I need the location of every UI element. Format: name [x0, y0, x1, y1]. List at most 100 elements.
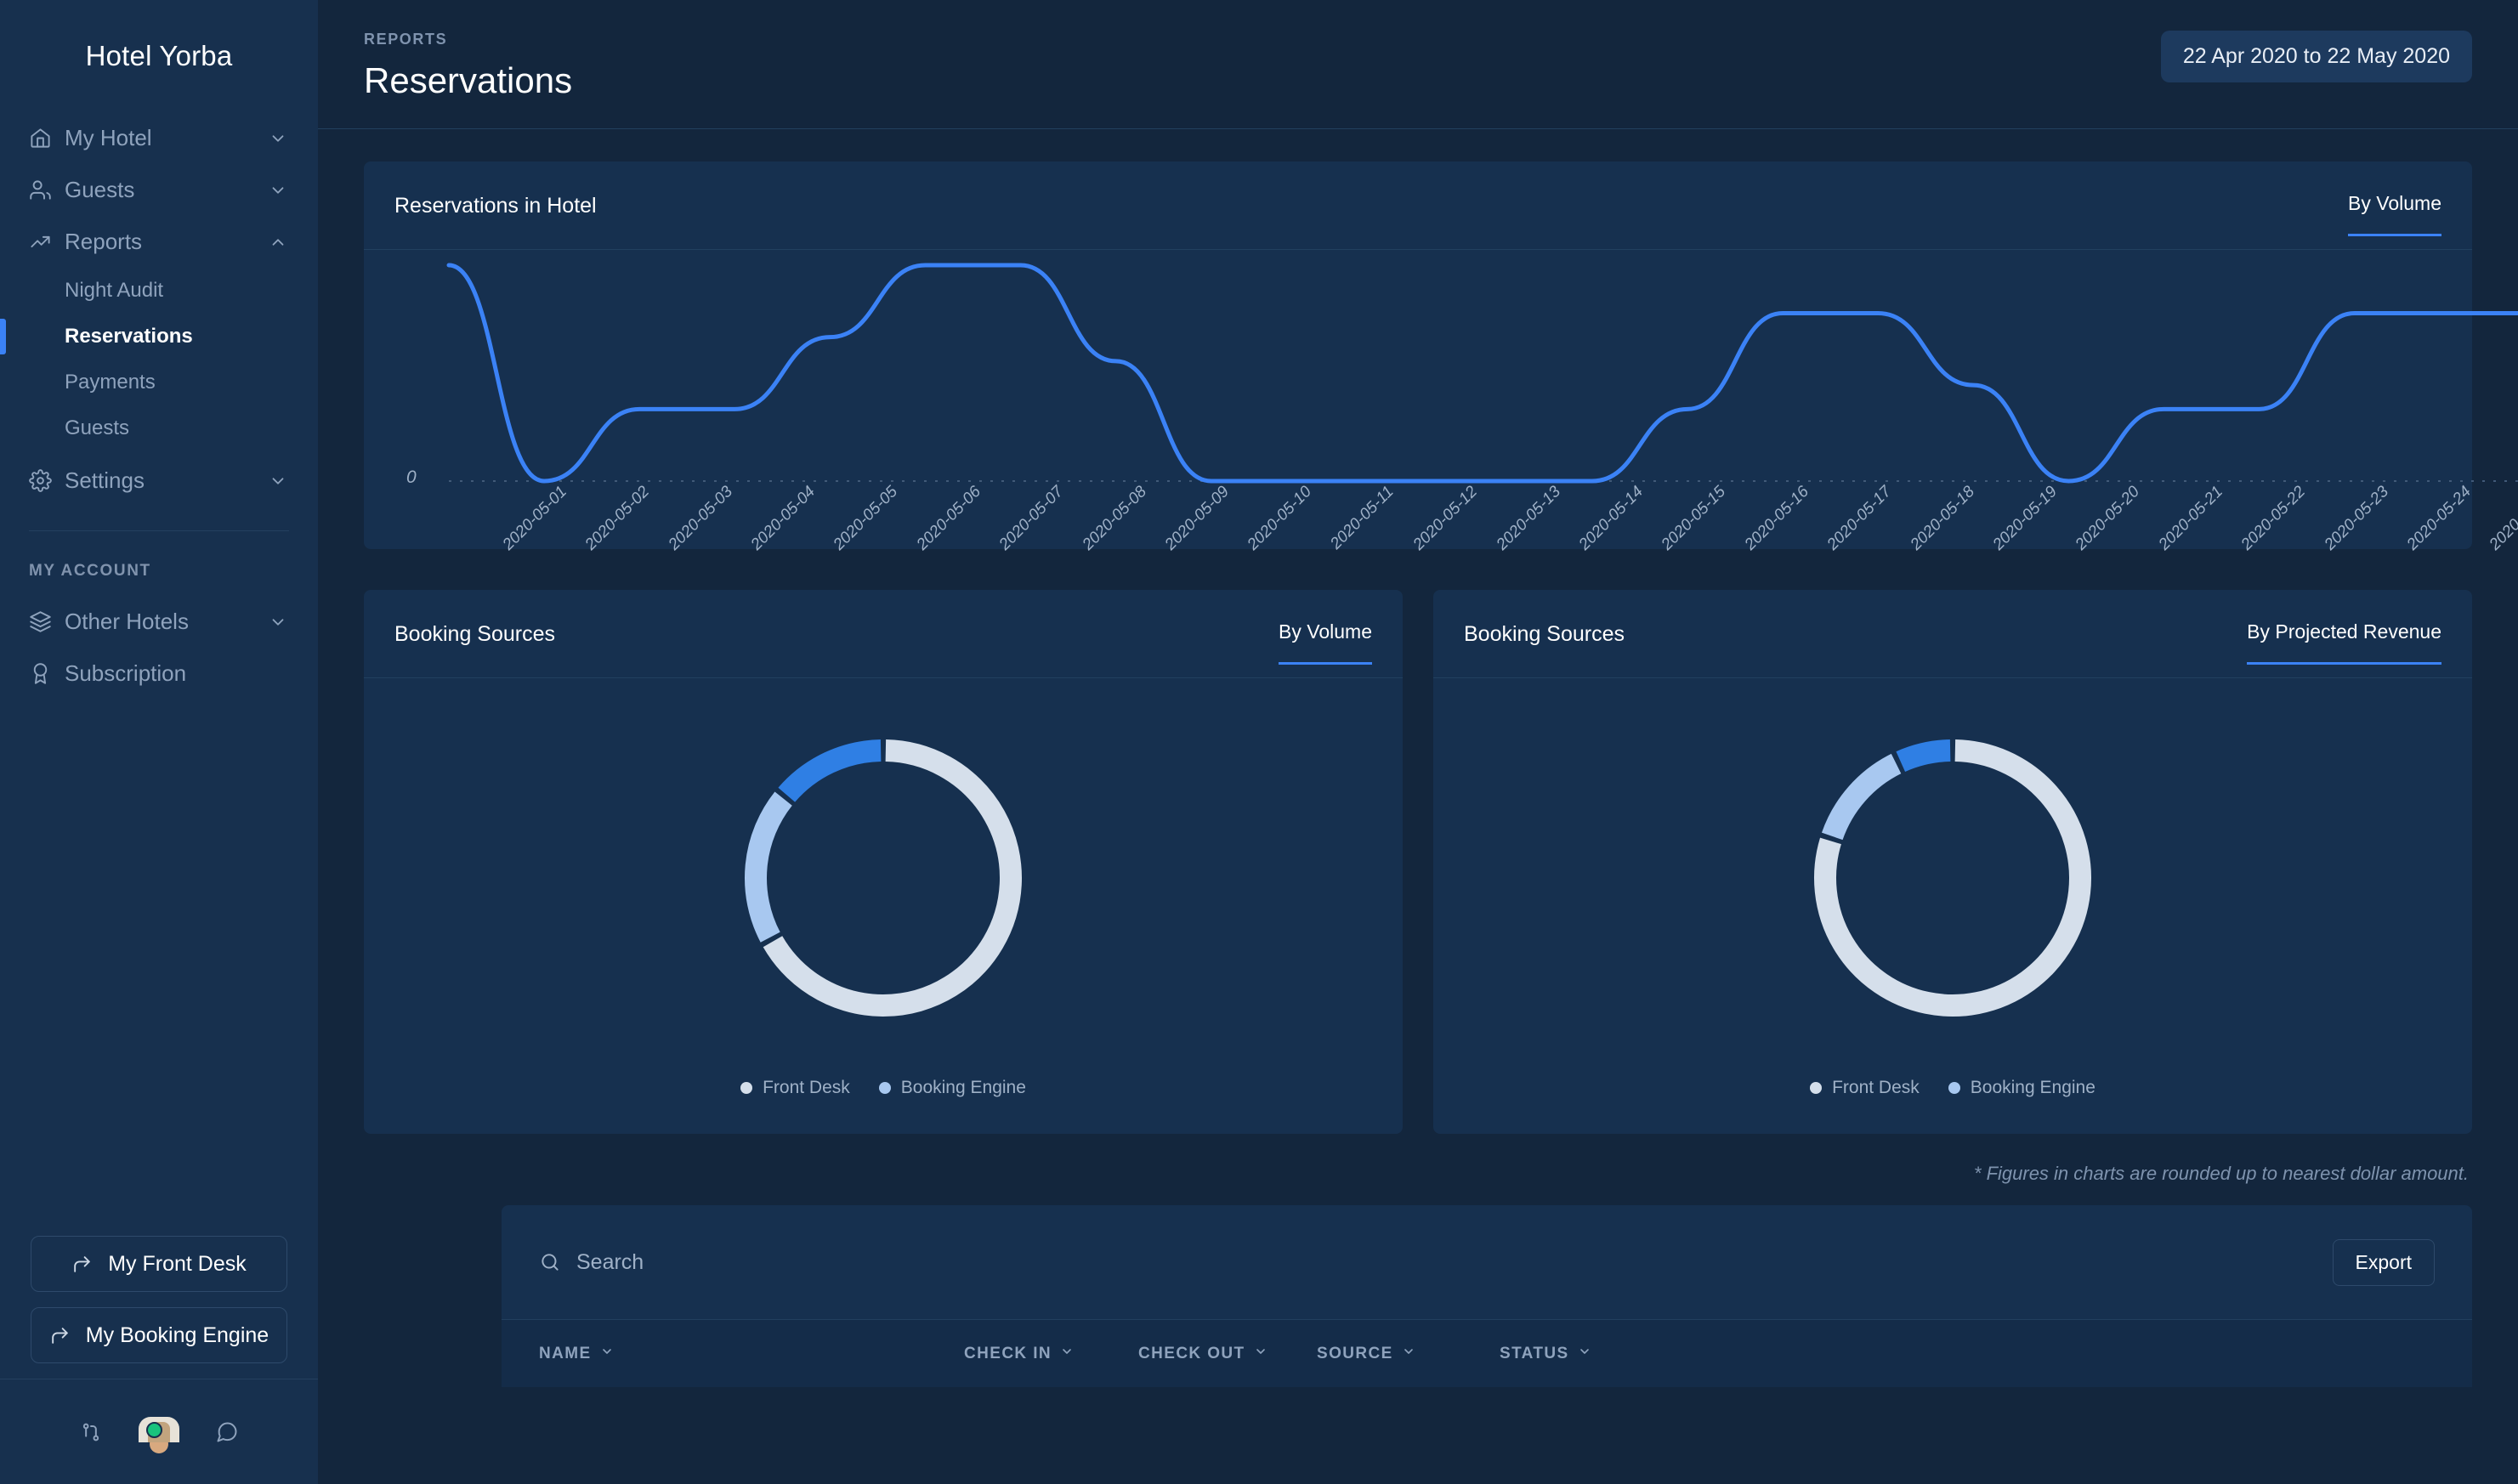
gear-icon [29, 469, 65, 492]
column-header-name[interactable]: NAME [539, 1345, 964, 1363]
sidebar-item-reports-guests[interactable]: Guests [0, 405, 318, 451]
chevron-down-icon [600, 1345, 614, 1363]
x-axis-tick-label: 2020-05-21 [2155, 483, 2226, 554]
reservations-chart-header: Reservations in Hotel By Volume [364, 161, 2472, 250]
legend-swatch-booking-engine [1948, 1082, 1960, 1094]
my-booking-engine-label: My Booking Engine [85, 1323, 269, 1347]
x-axis-tick-label: 2020-05-22 [2237, 483, 2310, 554]
donut-left-svg [745, 739, 1022, 1017]
search-input[interactable] [576, 1249, 2333, 1275]
home-icon [29, 127, 65, 150]
header-actions: 22 Apr 2020 to 22 May 2020 [2160, 31, 2472, 82]
brand-title: Hotel Yorba [85, 40, 233, 71]
sidebar-item-label: Reports [65, 229, 143, 254]
sidebar-item-reports[interactable]: Reports [0, 216, 318, 268]
sidebar-item-label: Other Hotels [65, 609, 189, 634]
chevron-down-icon [1254, 1345, 1268, 1363]
chevron-down-icon[interactable] [267, 129, 289, 148]
column-label: CHECK OUT [1138, 1344, 1245, 1362]
column-header-check-out[interactable]: CHECK OUT [1138, 1345, 1317, 1363]
chevron-up-icon[interactable] [267, 233, 289, 252]
column-label: CHECK IN [964, 1344, 1052, 1362]
my-front-desk-label: My Front Desk [108, 1251, 247, 1276]
primary-nav: My Hotel Guests Reports Night Audit Rese… [0, 112, 318, 507]
booking-sources-row: Booking Sources By Volume Front Desk Boo… [364, 590, 2472, 1134]
legend-volume: Front Desk Booking Engine [364, 1078, 1403, 1134]
sidebar-item-my-hotel[interactable]: My Hotel [0, 112, 318, 164]
tab-by-volume[interactable]: By Volume [2348, 192, 2441, 236]
external-link-icon [71, 1254, 93, 1275]
chevron-down-icon[interactable] [267, 613, 289, 632]
sidebar-item-payments[interactable]: Payments [0, 360, 318, 405]
tab-by-volume[interactable]: By Volume [1279, 620, 1372, 665]
donut-slice [745, 791, 792, 943]
search-box[interactable] [539, 1249, 2333, 1275]
donut-right-svg [1814, 739, 2091, 1017]
avatar[interactable] [139, 1416, 179, 1453]
legend-item[interactable]: Booking Engine [878, 1078, 1026, 1098]
sidebar-subitem-label: Reservations [65, 325, 193, 348]
x-axis-tick-label: 2020-05-19 [1989, 483, 2061, 554]
line-series-reservations [446, 263, 2518, 484]
x-axis-tick-label: 2020-05-10 [1244, 483, 1316, 554]
sidebar-item-subscription[interactable]: Subscription [0, 648, 318, 700]
breadcrumb: REPORTS [364, 31, 448, 48]
my-booking-engine-button[interactable]: My Booking Engine [31, 1307, 287, 1363]
x-axis-tick-label: 2020-05-09 [1161, 483, 1233, 554]
booking-sources-volume-header: Booking Sources By Volume [364, 590, 1403, 678]
export-button[interactable]: Export [2332, 1238, 2435, 1286]
chevron-down-icon[interactable] [267, 472, 289, 490]
x-axis-tick-label: 2020-05-11 [1326, 483, 1398, 553]
table-header-row: NAME CHECK IN CHECK OUT SOURCE STATUS [502, 1319, 2472, 1387]
users-icon [29, 178, 65, 201]
sidebar-item-guests[interactable]: Guests [0, 164, 318, 216]
sidebar-item-label: My Hotel [65, 125, 152, 150]
column-header-check-in[interactable]: CHECK IN [964, 1345, 1138, 1363]
reservations-chart-card: Reservations in Hotel By Volume 0 2020-0… [364, 161, 2518, 554]
x-axis-tick-label: 2020-05-01 [499, 483, 570, 554]
card-title: Booking Sources [394, 621, 556, 646]
legend-swatch-booking-engine [878, 1082, 891, 1094]
line-chart-svg [446, 263, 2518, 484]
my-front-desk-button[interactable]: My Front Desk [31, 1236, 287, 1292]
x-axis-tick-label: 2020-05-14 [1575, 483, 1647, 554]
sidebar-footer [0, 1379, 318, 1484]
tab-by-projected-revenue[interactable]: By Projected Revenue [2247, 620, 2441, 665]
column-label: STATUS [1500, 1344, 1569, 1362]
card-title: Booking Sources [1464, 621, 1625, 646]
x-axis-tick-label: 2020-05-15 [1658, 483, 1730, 554]
git-branch-icon[interactable] [79, 1420, 103, 1444]
main-content: REPORTS Reservations 22 Apr 2020 to 22 M… [318, 0, 2518, 1484]
legend-swatch-front-desk [740, 1082, 753, 1094]
sidebar-item-other-hotels[interactable]: Other Hotels [0, 596, 318, 648]
award-icon [29, 662, 65, 685]
sidebar-item-reservations[interactable]: Reservations [0, 314, 318, 360]
chevron-down-icon [1060, 1345, 1074, 1363]
card-title: Reservations in Hotel [394, 193, 597, 218]
column-header-status[interactable]: STATUS [1500, 1345, 1591, 1363]
x-axis-tick-label: 2020-05-06 [913, 483, 984, 554]
sidebar-subitem-label: Guests [65, 416, 130, 439]
legend-item[interactable]: Front Desk [1810, 1078, 1920, 1098]
chat-bubble-icon[interactable] [215, 1420, 239, 1444]
column-label: SOURCE [1317, 1344, 1393, 1362]
sidebar-item-night-audit[interactable]: Night Audit [0, 268, 318, 314]
legend-item[interactable]: Front Desk [740, 1078, 850, 1098]
sidebar-item-settings[interactable]: Settings [0, 455, 318, 507]
sidebar-subitem-label: Payments [65, 371, 156, 394]
status-badge [146, 1421, 162, 1438]
booking-sources-revenue-card: Booking Sources By Projected Revenue Fro… [1433, 590, 2472, 1134]
x-axis-tick-label: 2020-05-02 [581, 483, 654, 554]
reservations-table-card: Export NAME CHECK IN CHECK OUT SOURCE ST… [502, 1205, 2472, 1387]
legend-label: Front Desk [1832, 1078, 1920, 1097]
date-range-button[interactable]: 22 Apr 2020 to 22 May 2020 [2160, 31, 2472, 82]
column-header-source[interactable]: SOURCE [1317, 1345, 1500, 1363]
legend-item[interactable]: Booking Engine [1948, 1078, 2095, 1098]
layers-icon [29, 610, 65, 633]
search-icon [539, 1251, 561, 1273]
chevron-down-icon[interactable] [267, 181, 289, 200]
x-axis-tick-label: 2020-05-07 [995, 483, 1068, 554]
legend-label: Booking Engine [1970, 1078, 2095, 1097]
booking-sources-volume-card: Booking Sources By Volume Front Desk Boo… [364, 590, 1403, 1134]
